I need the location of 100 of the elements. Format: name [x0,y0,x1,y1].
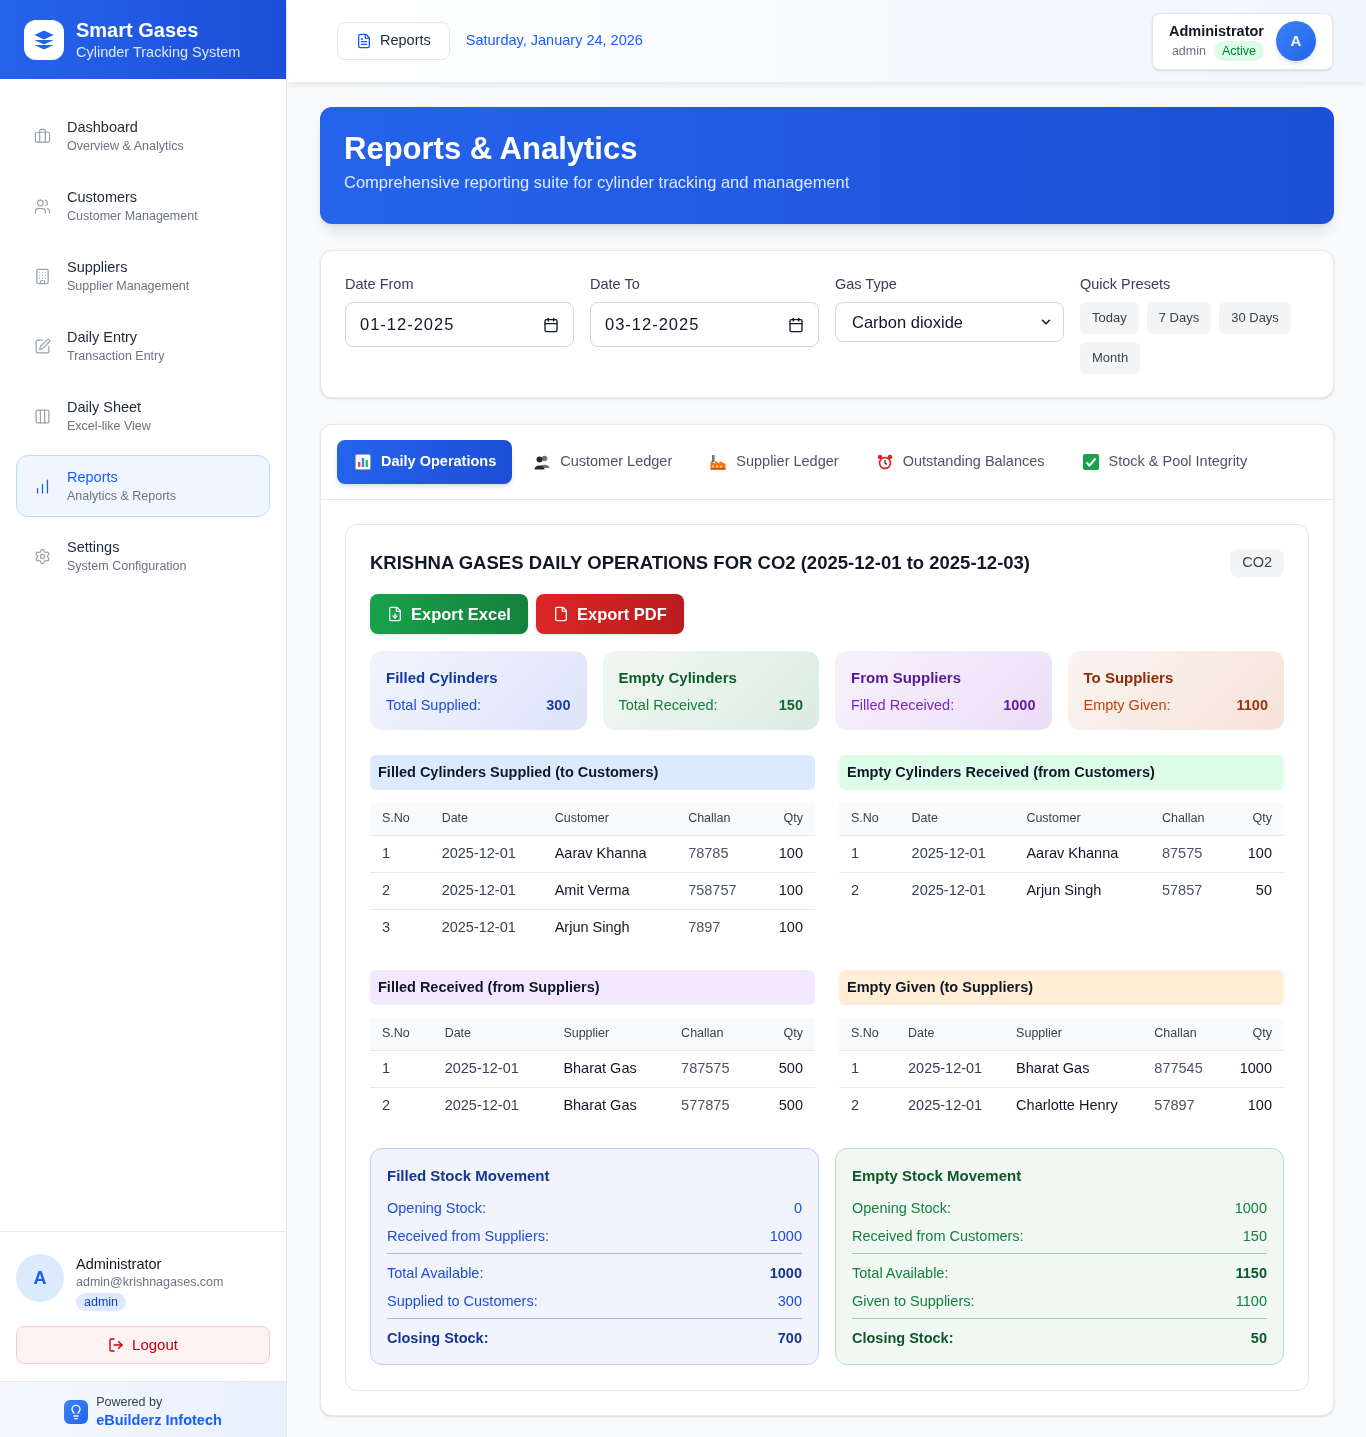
table-cell: 787575 [669,1050,757,1087]
table-section-title: Filled Received (from Suppliers) [370,970,815,1005]
report-tab[interactable]: Daily Operations [337,440,513,484]
report-tab[interactable]: Outstanding Balances [858,440,1061,484]
logout-button[interactable]: Logout [16,1326,270,1364]
edit-icon [34,337,51,355]
table-cell: 100 [759,872,815,909]
table-cell: 78785 [676,835,760,872]
table-cell: 1 [839,835,900,872]
table-section-title: Empty Given (to Suppliers) [839,970,1284,1005]
table-cell: 2025-12-01 [899,872,1015,909]
table-header-cell: Challan [676,803,760,835]
table-header-cell: Qty [1227,803,1284,835]
date-field[interactable]: 03-12-2025 [590,302,819,347]
export-button[interactable]: Export Excel [370,594,528,634]
table-cell: 3 [370,909,430,946]
table-cell: 1 [839,1050,896,1087]
stock-row-value: 700 [777,1329,802,1348]
report-tab[interactable]: Stock & Pool Integrity [1064,440,1264,484]
sidebar-item[interactable]: Reports Analytics & Reports [16,455,270,517]
table-cell: 2025-12-01 [429,835,543,872]
table-cell: 2025-12-01 [896,1050,1005,1087]
logout-icon [108,1337,125,1353]
field-label: Quick Presets [1080,275,1172,294]
table-header-cell: Date [432,1018,552,1050]
table-header-cell: Customer [1014,803,1150,835]
preset-button[interactable]: Month [1080,342,1141,374]
stock-row-value: 150 [1242,1227,1267,1246]
briefcase-icon [34,127,51,145]
table-header-cell: Challan [669,1018,757,1050]
table-cell: 100 [1227,835,1284,872]
table-cell: 100 [759,909,815,946]
table-cell: 57857 [1149,872,1228,909]
table-cell: 2 [839,1087,896,1124]
preset-button[interactable]: 30 Days [1219,302,1291,334]
table-cell: Bharat Gas [551,1050,670,1087]
table-cell: 2025-12-01 [429,909,543,946]
table-cell: 500 [756,1087,815,1124]
table-cell: Bharat Gas [551,1087,670,1124]
table-cell: Arjun Singh [542,909,677,946]
summary-card-title: Empty Cylinders [618,668,738,688]
building-icon [34,267,51,285]
stock-card-title: Empty Stock Movement [852,1166,1023,1186]
preset-button[interactable]: 7 Days [1146,302,1212,334]
table-cell: 1000 [1222,1050,1284,1087]
calendar-icon[interactable] [788,316,804,333]
gas-type-select[interactable]: Carbon dioxide [835,302,1064,342]
table-header-cell: Date [899,803,1015,835]
current-date: Saturday, January 24, 2026 [465,31,643,51]
table-cell: 2025-12-01 [432,1050,552,1087]
table-cell: Charlotte Henry [1004,1087,1143,1124]
page-title: Reports & Analytics [344,131,639,167]
field-label: Date From [345,275,415,294]
table-cell: 758757 [676,872,760,909]
summary-label: Filled Received: [851,696,955,715]
report-tab[interactable]: Supplier Ledger [692,440,855,484]
summary-label: Total Received: [618,696,718,715]
table-cell: 877545 [1142,1050,1222,1087]
table-cell: 87575 [1149,835,1228,872]
table-header-cell: Customer [542,803,677,835]
summary-card-title: From Suppliers [851,668,963,688]
summary-label: Total Supplied: [386,696,482,715]
columns-icon [34,407,51,425]
table-header-cell: Challan [1142,1018,1222,1050]
users-icon [34,197,51,215]
preset-button[interactable]: Today [1080,302,1139,334]
stock-row-label: Total Available: [852,1264,949,1283]
table-cell: 2025-12-01 [899,835,1015,872]
stock-row-value: 1150 [1235,1264,1267,1283]
table-section-title: Filled Cylinders Supplied (to Customers) [370,755,815,790]
user-email: admin@krishnagases.com [76,1274,224,1290]
alarm-clock-icon [876,454,893,470]
summary-card-title: To Suppliers [1083,668,1175,688]
table-cell: 57897 [1142,1087,1222,1124]
page-subtitle: Comprehensive reporting suite for cylinder tracking and management [344,172,851,193]
table-cell: 2025-12-01 [432,1087,552,1124]
reports-button[interactable]: Reports [337,22,450,60]
report-title: KRISHNA GASES DAILY OPERATIONS FOR CO2 (2025-12-01 to 2025-12-03) [370,551,1031,575]
check-box-icon [1082,454,1099,470]
table-cell: 100 [1222,1087,1284,1124]
table-header-cell: Supplier [551,1018,670,1050]
table-header-cell: S.No [370,803,430,835]
document-icon [356,33,372,49]
table-cell: 100 [759,835,815,872]
people-icon [534,454,551,470]
company-name: eBuilderz Infotech [96,1410,222,1430]
calendar-icon[interactable] [543,316,559,333]
date-field[interactable]: 01-12-2025 [345,302,574,347]
stock-row-label: Received from Suppliers: [387,1227,549,1246]
export-button[interactable]: Export PDF [535,594,684,634]
summary-value: 150 [778,696,803,715]
table-section-title: Empty Cylinders Received (from Customers) [839,755,1284,790]
table-header-cell: Qty [756,1018,815,1050]
summary-label: Empty Given: [1083,696,1171,715]
stock-row-value: 1000 [769,1264,802,1283]
report-tab[interactable]: Customer Ledger [516,440,689,484]
app-subtitle: Cylinder Tracking System [76,42,241,62]
powered-by-caption: Powered by [96,1393,164,1410]
table-header-cell: Qty [759,803,815,835]
stock-row-label: Opening Stock: [387,1199,487,1218]
